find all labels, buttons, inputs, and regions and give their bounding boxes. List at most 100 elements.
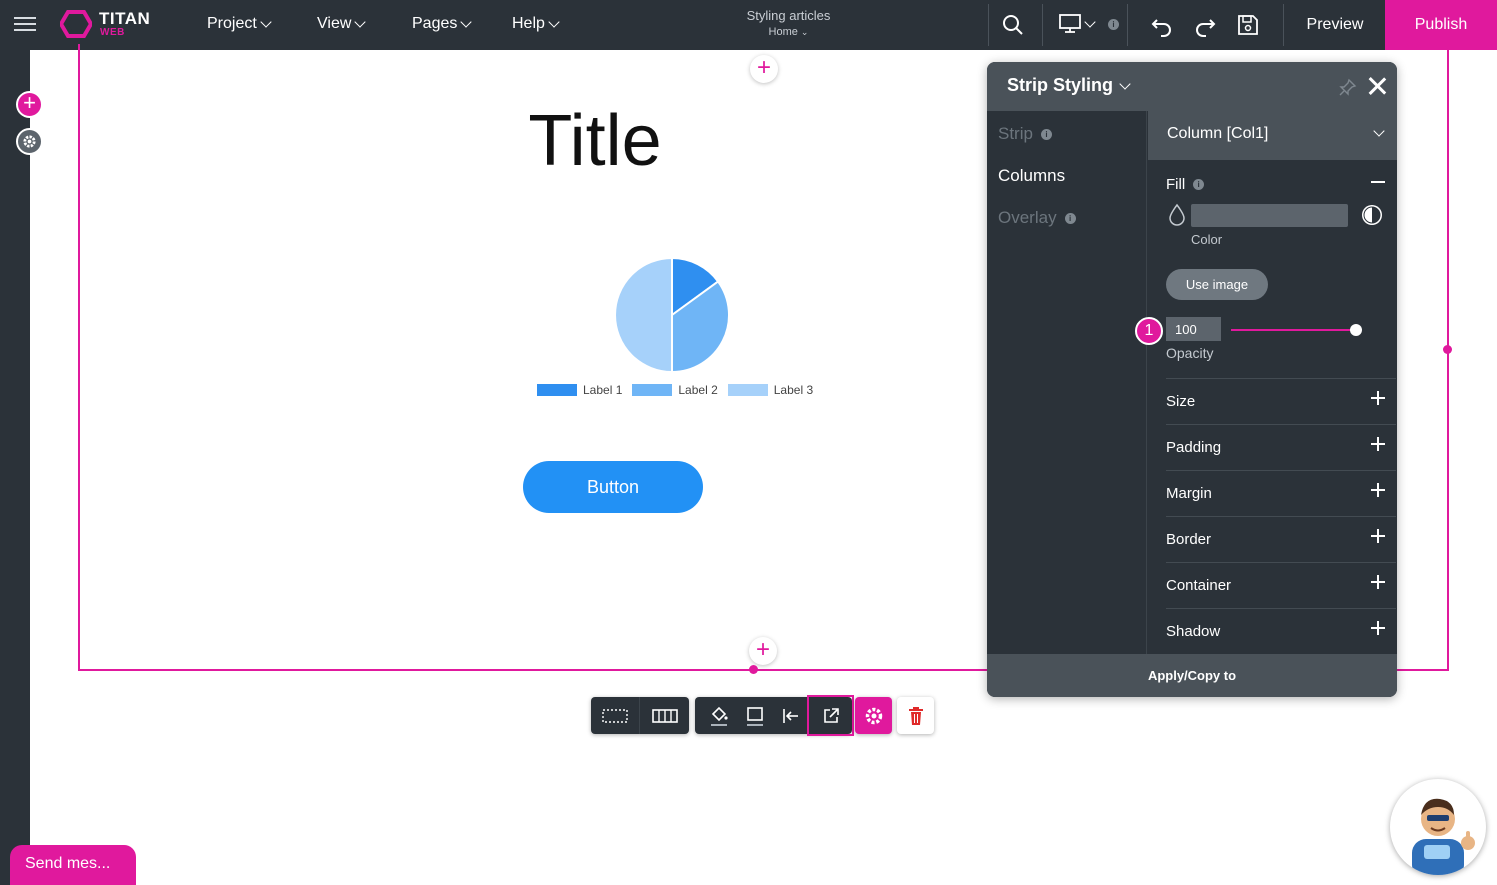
- section-shadow[interactable]: Shadow: [1166, 608, 1396, 654]
- panel-title: Strip Styling: [1007, 75, 1114, 95]
- strip-settings-button[interactable]: [855, 697, 892, 734]
- device-selector[interactable]: i: [1058, 13, 1119, 35]
- pin-icon[interactable]: [1339, 78, 1357, 96]
- desktop-icon: [1059, 14, 1081, 33]
- add-strip-above-button[interactable]: +: [750, 55, 778, 83]
- opacity-input[interactable]: [1166, 317, 1221, 341]
- info-icon[interactable]: i: [1064, 212, 1076, 224]
- support-avatar[interactable]: [1390, 779, 1486, 875]
- panel-title-dropdown[interactable]: Strip Styling: [1007, 75, 1131, 96]
- apply-copy-button[interactable]: Apply/Copy to: [987, 654, 1397, 697]
- info-icon[interactable]: i: [1193, 179, 1205, 190]
- menu-pages[interactable]: Pages: [412, 15, 473, 33]
- top-bar: TITAN WEB Project View Pages Help Stylin…: [0, 0, 1497, 50]
- panel-header: Strip Styling: [987, 62, 1397, 111]
- chevron-down-icon: [354, 16, 367, 28]
- chevron-down-icon: [460, 16, 473, 28]
- section-container[interactable]: Container: [1166, 562, 1396, 608]
- delete-strip-button[interactable]: [897, 697, 934, 734]
- chevron-down-icon: ⌄: [800, 27, 809, 37]
- plus-icon: [1371, 621, 1385, 635]
- resize-handle-right[interactable]: [1443, 345, 1452, 354]
- section-margin[interactable]: Margin: [1166, 470, 1396, 516]
- section-label: Border: [1166, 531, 1212, 548]
- settings-gear-button[interactable]: [16, 128, 43, 155]
- pie-slice-3[interactable]: [614, 257, 673, 373]
- column-select[interactable]: Column [Col1]: [1148, 111, 1397, 160]
- undo-icon[interactable]: [1149, 12, 1175, 38]
- opacity-slider-thumb[interactable]: [1350, 324, 1362, 336]
- publish-button[interactable]: Publish: [1385, 0, 1497, 50]
- fill-tool-button[interactable]: [701, 697, 737, 734]
- menu-project-label: Project: [207, 15, 257, 32]
- collapse-fill-icon[interactable]: [1371, 181, 1385, 183]
- page-title[interactable]: Title: [420, 100, 770, 182]
- legend-swatch-3: [727, 384, 768, 396]
- menu-view[interactable]: View: [317, 15, 367, 33]
- panel-body: Column [Col1] Fill i Color Use image Opa…: [1148, 111, 1397, 654]
- strip-layout-tools: [591, 697, 689, 734]
- droplet-icon[interactable]: [1168, 203, 1186, 227]
- chevron-down-icon: [1119, 77, 1131, 90]
- contrast-icon[interactable]: [1360, 203, 1384, 227]
- plus-icon: [1371, 575, 1385, 589]
- titan-logo[interactable]: [60, 10, 92, 38]
- section-padding[interactable]: Padding: [1166, 424, 1396, 470]
- project-title: Styling articles: [746, 8, 831, 23]
- nav-item-strip[interactable]: Strip i: [998, 124, 1052, 144]
- use-image-button[interactable]: Use image: [1166, 269, 1268, 300]
- section-label: Size: [1166, 393, 1196, 410]
- redo-icon[interactable]: [1192, 12, 1218, 38]
- save-icon[interactable]: [1235, 12, 1261, 38]
- external-link-icon: [823, 707, 839, 723]
- section-size[interactable]: Size: [1166, 378, 1396, 424]
- trash-icon: [908, 706, 923, 725]
- menu-help[interactable]: Help: [512, 15, 560, 33]
- color-field[interactable]: [1191, 204, 1348, 227]
- color-label: Color: [1191, 232, 1223, 247]
- border-tool-button[interactable]: [737, 697, 773, 734]
- nav-item-label: Columns: [998, 166, 1066, 185]
- menu-project[interactable]: Project: [207, 15, 272, 33]
- pie-chart[interactable]: [614, 257, 730, 373]
- plus-icon: [1371, 437, 1385, 451]
- legend-label-3: Label 3: [773, 383, 814, 397]
- preview-button[interactable]: Preview: [1286, 0, 1384, 50]
- gear-icon: [23, 135, 36, 148]
- divider: [1042, 4, 1043, 46]
- nav-item-overlay[interactable]: Overlay i: [998, 208, 1076, 228]
- border-icon: [747, 706, 763, 726]
- page-selector[interactable]: Home ⌄: [690, 26, 887, 38]
- section-border[interactable]: Border: [1166, 516, 1396, 562]
- dashed-box-icon: [602, 708, 628, 723]
- plus-icon: [1371, 391, 1385, 405]
- resize-handle-bottom[interactable]: [749, 665, 758, 674]
- plus-icon: [1371, 483, 1385, 497]
- align-tool-button[interactable]: [773, 697, 809, 734]
- opacity-slider[interactable]: [1231, 329, 1357, 331]
- search-icon[interactable]: [1000, 12, 1026, 38]
- layout-columns-button[interactable]: [640, 697, 689, 734]
- panel-side-nav: Strip i Columns Overlay i: [987, 111, 1147, 654]
- legend-label-2: Label 2: [678, 383, 718, 397]
- menu-view-label: View: [317, 15, 352, 32]
- device-info-icon[interactable]: i: [1108, 18, 1119, 30]
- hamburger-menu-icon[interactable]: [14, 14, 36, 36]
- add-strip-below-button[interactable]: +: [749, 637, 777, 665]
- chevron-down-icon: [1373, 125, 1385, 137]
- fill-label: Fill: [1166, 176, 1186, 193]
- canvas-button[interactable]: Button: [523, 461, 703, 513]
- layout-single-button[interactable]: [591, 697, 640, 734]
- send-message-button[interactable]: Send mes...: [10, 845, 136, 885]
- section-label: Padding: [1166, 439, 1222, 456]
- open-link-tool-button[interactable]: [807, 695, 854, 736]
- legend-label-1: Label 1: [583, 383, 623, 397]
- chevron-down-icon: [1084, 16, 1096, 28]
- nav-item-label: Overlay: [998, 208, 1057, 227]
- chart-legend: Label 1 Label 2 Label 3: [537, 382, 823, 398]
- close-icon[interactable]: [1366, 75, 1388, 97]
- nav-item-columns[interactable]: Columns: [998, 166, 1065, 186]
- info-icon[interactable]: i: [1040, 128, 1052, 140]
- left-sidebar: [0, 50, 30, 885]
- add-element-button[interactable]: +: [16, 91, 43, 118]
